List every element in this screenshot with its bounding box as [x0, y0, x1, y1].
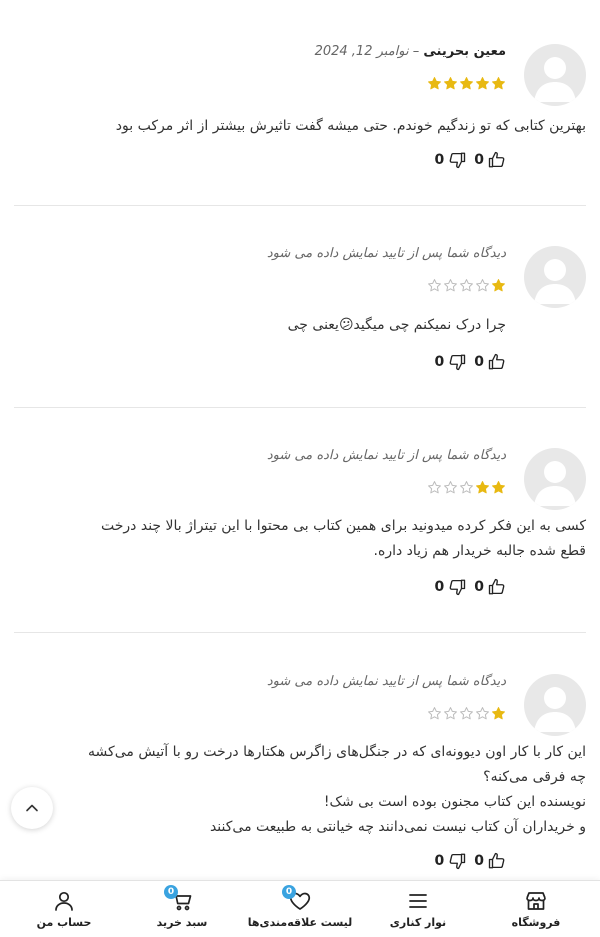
thumbs-up-icon	[488, 852, 505, 869]
dislike-button[interactable]: 0	[435, 578, 467, 596]
star-empty-icon	[444, 481, 457, 494]
star-filled-icon	[428, 77, 441, 90]
review-item: معین بحرینی – نوامبر 12, 2024 بهترین کتا…	[14, 44, 586, 184]
dislike-count: 0	[434, 853, 445, 869]
review-votes: 0 0	[427, 851, 507, 871]
avatar	[524, 246, 586, 308]
avatar	[524, 44, 586, 106]
divider	[14, 632, 586, 633]
thumbs-up-icon	[488, 353, 505, 370]
star-empty-icon	[476, 279, 489, 292]
review-item: دیدگاه شما پس از تایید نمایش داده می شود…	[14, 246, 586, 386]
scroll-to-top-button[interactable]	[11, 787, 53, 829]
cart-count-badge: 0	[164, 885, 178, 899]
pending-approval-notice: دیدگاه شما پس از تایید نمایش داده می شود	[266, 448, 506, 463]
bottom-navigation: فروشگاه نوار کناری 0 لیست علاقه‌مندی‌ها …	[0, 880, 600, 937]
thumbs-up-icon	[488, 151, 505, 168]
star-rating	[426, 278, 506, 294]
star-rating	[426, 706, 506, 722]
review-text: این کار با کار اون دیوونه‌ای که در جنگل‌…	[88, 744, 586, 835]
star-filled-icon	[492, 707, 505, 720]
like-count: 0	[474, 354, 484, 370]
like-button[interactable]: 0	[474, 353, 506, 371]
star-empty-icon	[428, 481, 441, 494]
thumbs-down-icon	[449, 152, 466, 169]
nav-wishlist[interactable]: 0 لیست علاقه‌مندی‌ها	[245, 881, 355, 937]
star-filled-icon	[444, 77, 457, 90]
star-empty-icon	[460, 707, 473, 720]
review-author: معین بحرینی	[423, 44, 506, 59]
dislike-count: 0	[434, 152, 445, 168]
star-empty-icon	[428, 707, 441, 720]
store-icon	[526, 892, 546, 910]
review-item: دیدگاه شما پس از تایید نمایش داده می شود…	[14, 448, 586, 608]
nav-shop-label: فروشگاه	[511, 916, 561, 929]
thumbs-down-icon	[449, 579, 466, 596]
product-reviews-page: معین بحرینی – نوامبر 12, 2024 بهترین کتا…	[0, 0, 600, 937]
review-item: دیدگاه شما پس از تایید نمایش داده می شود…	[14, 674, 586, 880]
nav-cart[interactable]: 0 سبد خرید	[127, 881, 237, 937]
thumbs-up-icon	[488, 578, 505, 595]
nav-shop[interactable]: فروشگاه	[481, 881, 591, 937]
review-votes: 0 0	[427, 352, 507, 372]
nav-wishlist-label: لیست علاقه‌مندی‌ها	[247, 916, 353, 929]
nav-sidebar-label: نوار کناری	[389, 916, 447, 929]
star-filled-icon	[460, 77, 473, 90]
star-empty-icon	[460, 481, 473, 494]
user-icon	[55, 891, 73, 911]
avatar	[524, 674, 586, 736]
wishlist-count-badge: 0	[282, 885, 296, 899]
like-count: 0	[474, 579, 484, 595]
dislike-button[interactable]: 0	[435, 151, 467, 169]
nav-sidebar[interactable]: نوار کناری	[363, 881, 473, 937]
star-empty-icon	[444, 707, 457, 720]
review-text: چرا درک نمیکنم چی میگید😕یعنی چی	[287, 317, 506, 333]
pending-approval-notice: دیدگاه شما پس از تایید نمایش داده می شود	[266, 246, 506, 261]
review-votes: 0 0	[427, 150, 507, 170]
divider	[14, 205, 586, 206]
nav-cart-label: سبد خرید	[156, 916, 208, 929]
star-filled-icon	[476, 77, 489, 90]
star-rating	[426, 76, 506, 92]
star-empty-icon	[476, 707, 489, 720]
star-filled-icon	[492, 279, 505, 292]
like-count: 0	[474, 152, 484, 168]
reviews-list: معین بحرینی – نوامبر 12, 2024 بهترین کتا…	[0, 0, 600, 880]
like-button[interactable]: 0	[474, 578, 506, 596]
dislike-count: 0	[434, 579, 445, 595]
review-votes: 0 0	[427, 577, 507, 597]
star-filled-icon	[492, 77, 505, 90]
review-text: کسی به این فکر کرده میدونید برای همین کت…	[101, 518, 586, 559]
avatar	[524, 448, 586, 510]
star-filled-icon	[476, 481, 489, 494]
like-count: 0	[474, 853, 484, 869]
like-button[interactable]: 0	[474, 151, 506, 169]
thumbs-down-icon	[449, 853, 466, 870]
dislike-count: 0	[434, 354, 445, 370]
like-button[interactable]: 0	[474, 852, 506, 870]
star-empty-icon	[444, 279, 457, 292]
review-text: بهترین کتابی که تو زندگیم خوندم. حتی میش…	[115, 118, 586, 134]
star-filled-icon	[492, 481, 505, 494]
star-rating	[426, 480, 506, 496]
pending-approval-notice: دیدگاه شما پس از تایید نمایش داده می شود	[266, 674, 506, 689]
menu-icon	[409, 894, 427, 908]
star-empty-icon	[428, 279, 441, 292]
nav-account-label: حساب من	[36, 916, 92, 929]
star-empty-icon	[460, 279, 473, 292]
chevron-up-icon	[26, 804, 38, 812]
nav-account[interactable]: حساب من	[9, 881, 119, 937]
dislike-button[interactable]: 0	[435, 852, 467, 870]
divider	[14, 407, 586, 408]
dislike-button[interactable]: 0	[435, 353, 467, 371]
thumbs-down-icon	[449, 354, 466, 371]
review-date: – نوامبر 12, 2024	[314, 44, 420, 59]
